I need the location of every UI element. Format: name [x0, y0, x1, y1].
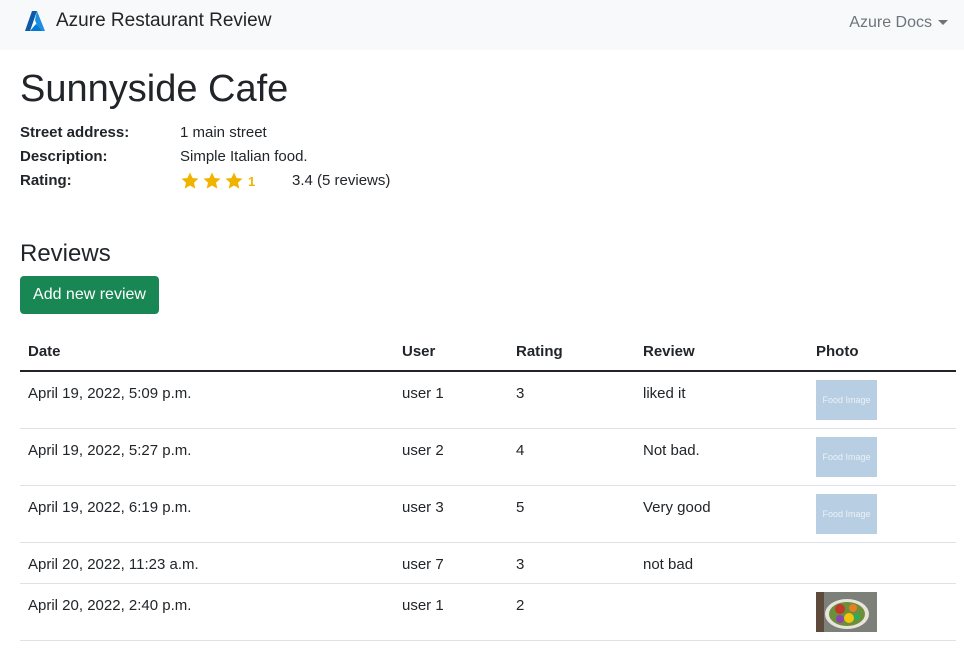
review-date: April 19, 2022, 6:19 p.m.	[28, 498, 192, 516]
column-header-review: Review	[635, 332, 808, 372]
brand-link[interactable]: Azure Restaurant Review	[24, 10, 271, 32]
column-header-rating: Rating	[508, 332, 635, 372]
review-rating: 4	[516, 441, 525, 459]
review-text: not bad	[643, 555, 694, 573]
column-header-photo: Photo	[808, 332, 956, 372]
review-user: user 1	[402, 596, 444, 614]
address-value: 1 main street	[180, 124, 267, 141]
star-icon	[203, 172, 221, 189]
reviews-table: Date User Rating Review Photo April 19, …	[20, 332, 956, 641]
review-rating: 3	[516, 385, 525, 402]
table-row: April 19, 2022, 5:09 p.m. user 1 3 liked…	[20, 371, 956, 429]
review-user: user 3	[402, 498, 444, 516]
add-review-button[interactable]: Add new review	[20, 276, 159, 314]
azure-docs-dropdown[interactable]: Azure Docs	[849, 14, 948, 32]
review-date: April 19, 2022, 5:09 p.m.	[28, 385, 192, 402]
azure-logo-icon	[25, 11, 45, 31]
review-date: April 20, 2022, 2:40 p.m.	[28, 596, 192, 614]
food-photo[interactable]	[816, 591, 877, 632]
table-row: April 20, 2022, 11:23 a.m. user 7 3 not …	[20, 542, 956, 584]
partial-star-icon: 1	[248, 173, 256, 189]
review-rating: 5	[516, 498, 525, 516]
review-rating: 3	[516, 555, 525, 573]
review-date: April 19, 2022, 5:27 p.m.	[28, 441, 192, 459]
navbar: Azure Restaurant Review Azure Docs	[0, 0, 964, 50]
table-header-row: Date User Rating Review Photo	[20, 332, 956, 372]
review-user: user 7	[402, 555, 444, 573]
reviews-heading: Reviews	[20, 240, 111, 267]
rating-stars: 1	[180, 171, 255, 191]
table-row: April 19, 2022, 5:27 p.m. user 2 4 Not b…	[20, 428, 956, 486]
review-text: liked it	[643, 385, 686, 402]
food-image-placeholder[interactable]: Food Image	[816, 436, 877, 477]
review-text: Very good	[643, 498, 711, 516]
review-user: user 2	[402, 441, 444, 459]
description-value: Simple Italian food.	[180, 148, 308, 165]
table-row: April 19, 2022, 6:19 p.m. user 3 5 Very …	[20, 485, 956, 543]
review-text	[643, 584, 808, 597]
review-user: user 1	[402, 385, 444, 402]
star-icon	[225, 172, 243, 189]
table-row: April 20, 2022, 2:40 p.m. user 1 2	[20, 583, 956, 641]
address-label: Street address:	[20, 124, 130, 141]
column-header-user: User	[394, 332, 508, 372]
column-header-date: Date	[20, 332, 394, 372]
caret-down-icon	[938, 19, 948, 25]
star-icon	[181, 172, 199, 189]
rating-summary: 3.4 (5 reviews)	[292, 172, 391, 189]
food-image-placeholder[interactable]: Food Image	[816, 380, 877, 420]
review-rating: 2	[516, 596, 525, 614]
rating-label: Rating:	[20, 172, 72, 189]
review-date: April 20, 2022, 11:23 a.m.	[28, 555, 199, 573]
restaurant-name: Sunnyside Cafe	[20, 68, 289, 110]
brand-text: Azure Restaurant Review	[56, 10, 272, 31]
review-text: Not bad.	[643, 441, 700, 459]
food-image-placeholder[interactable]: Food Image	[816, 493, 877, 534]
description-label: Description:	[20, 148, 108, 165]
azure-docs-label: Azure Docs	[849, 14, 932, 31]
